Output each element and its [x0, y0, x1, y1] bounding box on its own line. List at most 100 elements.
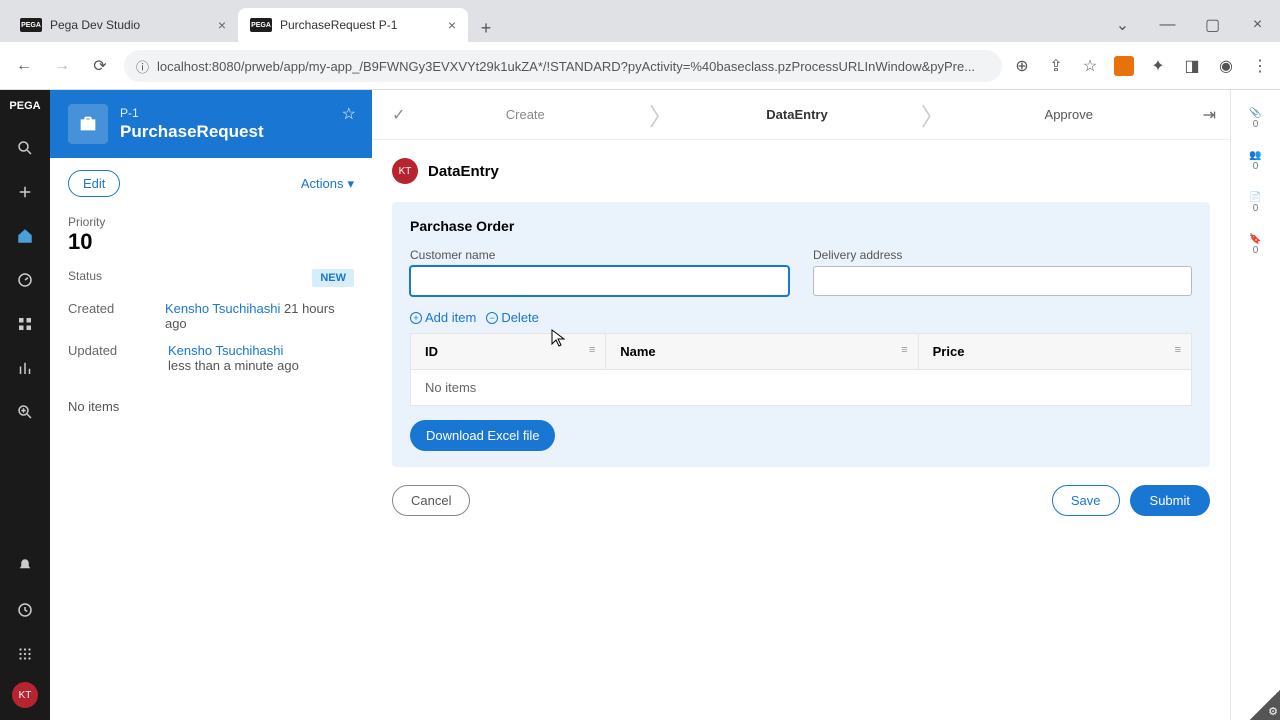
app-container: PEGA KT P-1 PurchaseRequest ☆ Edit Actio… — [0, 90, 1280, 720]
utility-rail: 📎0 👥0 📄0 🔖0 — [1230, 90, 1280, 720]
case-name: PurchaseRequest — [120, 122, 264, 142]
step-approve[interactable]: Approve — [949, 90, 1189, 139]
site-info-icon: ⓘ — [136, 57, 149, 76]
case-sidebar: P-1 PurchaseRequest ☆ Edit Actions ▾ Pri… — [50, 90, 372, 720]
chevron-down-icon: ▾ — [347, 176, 354, 192]
recent-icon[interactable] — [9, 594, 41, 626]
url-text: localhost:8080/prweb/app/my-app_/B9FWNGy… — [157, 59, 975, 74]
table-empty: No items — [411, 370, 1192, 406]
search-icon[interactable] — [9, 132, 41, 164]
tab-favicon: PEGA — [250, 18, 272, 32]
grid-icon[interactable] — [9, 638, 41, 670]
add-item-link[interactable]: +Add item — [410, 310, 476, 325]
followers-icon[interactable]: 📄0 — [1249, 192, 1261, 214]
bookmark-icon[interactable]: ☆ — [1080, 56, 1100, 76]
close-window-icon[interactable]: × — [1235, 8, 1280, 42]
purchase-order-panel: Parchase Order Customer name Delivery ad… — [392, 202, 1210, 467]
menu-icon[interactable]: ⋮ — [1250, 56, 1270, 76]
nav-rail: PEGA KT — [0, 90, 50, 720]
col-id[interactable]: ID≡ — [411, 334, 606, 370]
bell-icon[interactable] — [9, 550, 41, 582]
status-badge: NEW — [312, 269, 354, 287]
chevron-right-icon: 〉 — [917, 97, 949, 132]
stage-stepper: ✓ Create 〉 DataEntry 〉 Approve ⇥ — [372, 90, 1230, 140]
created-label: Created — [68, 301, 165, 331]
delete-item-link[interactable]: −Delete — [486, 310, 539, 325]
tags-icon[interactable]: 🔖0 — [1249, 234, 1261, 256]
updated-at: less than a minute ago — [168, 358, 299, 373]
chevron-right-icon: 〉 — [645, 97, 677, 132]
check-icon: ✓ — [392, 105, 405, 125]
window-controls: ⌄ — ▢ × — [1100, 8, 1280, 42]
updated-by-link[interactable]: Kensho Tsuchihashi — [168, 343, 283, 358]
apps-icon[interactable] — [9, 308, 41, 340]
explore-icon[interactable] — [9, 396, 41, 428]
priority-label: Priority — [68, 215, 354, 229]
case-id: P-1 — [120, 106, 264, 120]
filter-icon[interactable]: ≡ — [1175, 344, 1181, 356]
briefcase-icon — [68, 104, 108, 144]
close-icon[interactable]: × — [218, 17, 226, 33]
browser-chrome: PEGA Pega Dev Studio × PEGA PurchaseRequ… — [0, 0, 1280, 90]
maximize-icon[interactable]: ▢ — [1190, 8, 1235, 42]
close-icon[interactable]: × — [448, 17, 456, 33]
chevron-down-icon[interactable]: ⌄ — [1100, 8, 1145, 42]
case-header: P-1 PurchaseRequest ☆ — [50, 90, 372, 158]
form-title: DataEntry — [428, 163, 499, 180]
tab-favicon: PEGA — [20, 18, 42, 32]
extensions-icon[interactable]: ✦ — [1148, 56, 1168, 76]
chart-icon[interactable] — [9, 352, 41, 384]
download-excel-button[interactable]: Download Excel file — [410, 420, 555, 451]
edit-button[interactable]: Edit — [68, 170, 120, 197]
col-price[interactable]: Price≡ — [918, 334, 1191, 370]
stakeholders-icon[interactable]: 👥0 — [1249, 150, 1261, 172]
panel-title: Parchase Order — [410, 218, 1192, 234]
share-icon[interactable]: ⇪ — [1046, 56, 1066, 76]
url-input[interactable]: ⓘ localhost:8080/prweb/app/my-app_/B9FWN… — [124, 50, 1002, 82]
col-name[interactable]: Name≡ — [606, 334, 918, 370]
back-button[interactable]: ← — [10, 52, 38, 80]
exit-icon[interactable]: ⇥ — [1189, 105, 1230, 125]
favorite-icon[interactable]: ☆ — [342, 104, 356, 124]
step-dataentry[interactable]: DataEntry — [677, 90, 917, 139]
gauge-icon[interactable] — [9, 264, 41, 296]
sidebar-empty: No items — [50, 379, 372, 434]
browser-tab-0[interactable]: PEGA Pega Dev Studio × — [8, 8, 238, 42]
pega-logo: PEGA — [9, 100, 40, 112]
zoom-icon[interactable]: ⊕ — [1012, 56, 1032, 76]
step-create[interactable]: Create — [405, 90, 645, 139]
minimize-icon[interactable]: — — [1145, 8, 1190, 42]
updated-label: Updated — [68, 343, 168, 373]
cancel-button[interactable]: Cancel — [392, 485, 470, 516]
tab-title: Pega Dev Studio — [50, 18, 140, 32]
browser-tab-1[interactable]: PEGA PurchaseRequest P-1 × — [238, 8, 468, 42]
assignment-avatar: KT — [392, 158, 418, 184]
created-by-link[interactable]: Kensho Tsuchihashi — [165, 301, 280, 316]
forward-button[interactable]: → — [48, 52, 76, 80]
new-tab-button[interactable]: + — [472, 14, 500, 42]
priority-value: 10 — [68, 229, 354, 255]
save-button[interactable]: Save — [1052, 485, 1120, 516]
actions-menu[interactable]: Actions ▾ — [301, 176, 354, 192]
delivery-address-input[interactable] — [813, 266, 1192, 296]
submit-button[interactable]: Submit — [1130, 485, 1210, 516]
delivery-address-label: Delivery address — [813, 248, 1192, 262]
plus-icon[interactable] — [9, 176, 41, 208]
tab-bar: PEGA Pega Dev Studio × PEGA PurchaseRequ… — [0, 0, 1280, 42]
customer-name-label: Customer name — [410, 248, 789, 262]
address-bar: ← → ⟳ ⓘ localhost:8080/prweb/app/my-app_… — [0, 42, 1280, 90]
items-table: ID≡ Name≡ Price≡ No items — [410, 333, 1192, 406]
extension-icon[interactable] — [1114, 56, 1134, 76]
home-icon[interactable] — [9, 220, 41, 252]
reload-button[interactable]: ⟳ — [86, 52, 114, 80]
gear-icon[interactable]: ⚙ — [1250, 690, 1280, 720]
tab-title: PurchaseRequest P-1 — [280, 18, 397, 32]
filter-icon[interactable]: ≡ — [901, 344, 907, 356]
profile-icon[interactable]: ◉ — [1216, 56, 1236, 76]
sidepanel-icon[interactable]: ◨ — [1182, 56, 1202, 76]
main-area: ✓ Create 〉 DataEntry 〉 Approve ⇥ KT Data… — [372, 90, 1280, 720]
filter-icon[interactable]: ≡ — [589, 344, 595, 356]
customer-name-input[interactable] — [410, 266, 789, 296]
attachments-icon[interactable]: 📎0 — [1249, 108, 1261, 130]
user-avatar[interactable]: KT — [12, 682, 38, 708]
